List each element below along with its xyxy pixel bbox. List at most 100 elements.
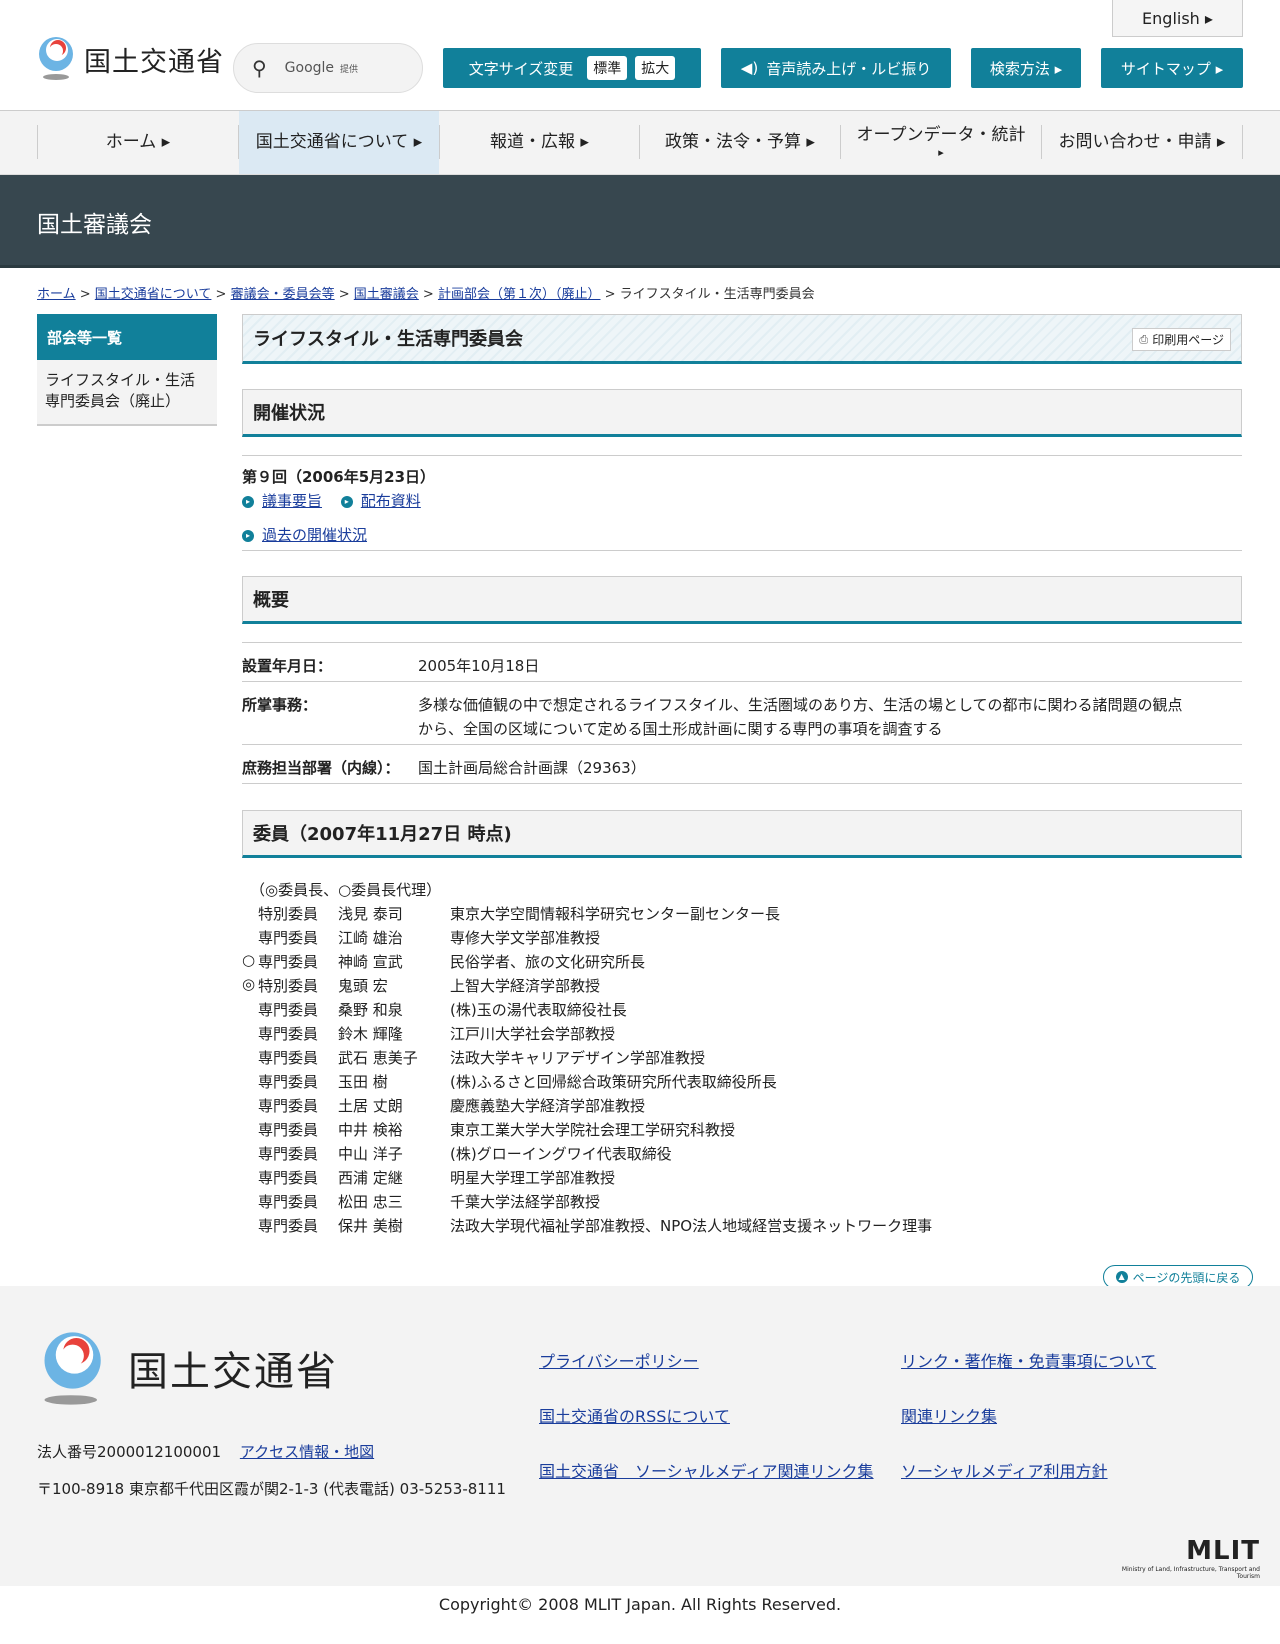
page-title: ライフスタイル・生活専門委員会 bbox=[253, 329, 523, 350]
arrow-icon: ▸ bbox=[242, 529, 254, 542]
member-affiliation: 慶應義塾大学経済学部准教授 bbox=[450, 1097, 646, 1115]
mlit-logo-icon bbox=[44, 1332, 101, 1405]
social-media-policy[interactable]: ソーシャルメディア利用方針 bbox=[901, 1458, 1108, 1482]
nav-home[interactable]: ホーム ▸ bbox=[38, 111, 238, 174]
member-name: 中井 検裕 bbox=[338, 1121, 403, 1139]
member-affiliation: (株)グローイングワイ代表取締役 bbox=[450, 1145, 672, 1163]
site-logo[interactable]: 国土交通省 bbox=[36, 36, 224, 82]
font-large-button[interactable]: 拡大 bbox=[635, 56, 676, 80]
member-name: 鬼頭 宏 bbox=[338, 977, 388, 995]
member-affiliation: (株)ふるさと回帰総合政策研究所代表取締役所長 bbox=[450, 1073, 777, 1091]
materials-link[interactable]: 配布資料 bbox=[361, 492, 421, 510]
print-button[interactable]: ⎙ 印刷用ページ bbox=[1132, 328, 1231, 351]
member-role: 専門委員 bbox=[258, 953, 319, 971]
copyright-link[interactable]: リンク・著作権・免責事項について bbox=[901, 1348, 1156, 1372]
past-meetings-link[interactable]: 過去の開催状況 bbox=[262, 526, 367, 544]
member-role: 特別委員 bbox=[258, 905, 319, 923]
duties-label: 所掌事務： bbox=[242, 696, 318, 714]
member-name: 江崎 雄治 bbox=[338, 929, 403, 947]
member-name: 土居 丈朗 bbox=[338, 1097, 403, 1115]
search-input[interactable]: ⚲ Google 提供 bbox=[233, 43, 423, 93]
rss-link[interactable]: 国土交通省のRSSについて bbox=[539, 1403, 730, 1427]
corp-number: 法人番号2000012100001 bbox=[37, 1443, 222, 1461]
breadcrumb-kokudo[interactable]: 国土審議会 bbox=[354, 287, 419, 302]
member-affiliation: (株)玉の湯代表取締役社長 bbox=[450, 1001, 627, 1019]
member-role: 専門委員 bbox=[258, 1169, 319, 1187]
breadcrumb-about[interactable]: 国土交通省について bbox=[95, 287, 212, 302]
sidebar-heading: 部会等一覧 bbox=[37, 314, 217, 360]
copyright: Copyright© 2008 MLIT Japan. All Rights R… bbox=[438, 1595, 842, 1614]
privacy-link[interactable]: プライバシーポリシー bbox=[539, 1348, 699, 1372]
dept-label: 庶務担当部署（内線）： bbox=[242, 759, 400, 777]
arrow-icon: ▸ bbox=[340, 495, 353, 508]
site-footer: 国土交通省 プライバシーポリシー リンク・著作権・免責事項について 国土交通省の… bbox=[0, 1286, 1280, 1586]
search-placeholder: Google 提供 bbox=[284, 60, 359, 76]
mlit-logo-icon bbox=[39, 37, 73, 80]
page-title-box: ライフスタイル・生活専門委員会 ⎙ 印刷用ページ bbox=[242, 314, 1242, 364]
member-role: 専門委員 bbox=[258, 1025, 319, 1043]
member-role: 専門委員 bbox=[258, 929, 319, 947]
member-role: 専門委員 bbox=[258, 1097, 319, 1115]
footer-logo[interactable]: 国土交通省 bbox=[37, 1328, 338, 1408]
member-role: 専門委員 bbox=[258, 1217, 319, 1235]
related-links[interactable]: 関連リンク集 bbox=[901, 1403, 997, 1427]
duties-line-1: 多様な価値観の中で想定されるライフスタイル、生活圏域のあり方、生活の場としての都… bbox=[418, 696, 1183, 714]
nav-about[interactable]: 国土交通省について ▸ bbox=[239, 111, 439, 174]
minutes-link[interactable]: 議事要旨 bbox=[262, 492, 322, 510]
font-size-label: 文字サイズ変更 bbox=[468, 59, 574, 78]
footer-logo-text: 国土交通省 bbox=[128, 1349, 338, 1395]
divider bbox=[242, 783, 1242, 784]
speech-button[interactable]: ◀) 音声読み上げ・ルビ振り bbox=[721, 48, 951, 88]
banner-title: 国土審議会 bbox=[37, 212, 152, 238]
nav-policy[interactable]: 政策・法令・予算 ▸ bbox=[640, 111, 840, 174]
member-name: 玉田 樹 bbox=[338, 1073, 388, 1091]
members-legend: （◎委員長、○委員長代理） bbox=[250, 881, 442, 899]
established-label: 設置年月日： bbox=[242, 657, 333, 675]
member-affiliation: 法政大学現代福祉学部准教授、NPO法人地域経営支援ネットワーク理事 bbox=[450, 1217, 933, 1235]
duties-line-2: から、全国の区域について定める国土形成計画に関する専門の事項を調査する bbox=[418, 720, 943, 738]
breadcrumb-keikaku[interactable]: 計画部会（第１次）（廃止） bbox=[438, 287, 601, 302]
address: 〒100-8918 東京都千代田区霞が関2-1-3 (代表電話) 03-5253… bbox=[37, 1480, 506, 1498]
member-name: 武石 恵美子 bbox=[338, 1049, 418, 1067]
font-size-control: 文字サイズ変更 標準 拡大 bbox=[443, 48, 701, 88]
member-name: 松田 忠三 bbox=[338, 1193, 403, 1211]
sidebar-item-lifestyle[interactable]: ライフスタイル・生活専門委員会（廃止） bbox=[37, 360, 217, 426]
dept-value: 国土計画局総合計画課（29363） bbox=[418, 759, 646, 777]
established-value: 2005年10月18日 bbox=[418, 657, 540, 675]
past-meetings: ▸ 過去の開催状況 bbox=[242, 524, 367, 545]
member-name: 西浦 定継 bbox=[338, 1169, 403, 1187]
overview-heading: 概要 bbox=[242, 576, 1242, 624]
member-name: 桑野 和泉 bbox=[338, 1001, 403, 1019]
member-affiliation: 法政大学キャリアデザイン学部准教授 bbox=[450, 1049, 706, 1067]
global-nav: ホーム ▸ 国土交通省について ▸ 報道・広報 ▸ 政策・法令・予算 ▸ オープ… bbox=[0, 111, 1280, 175]
access-link[interactable]: アクセス情報・地図 bbox=[240, 1443, 374, 1461]
search-method-button[interactable]: 検索方法 ▸ bbox=[971, 48, 1081, 88]
search-icon: ⚲ bbox=[252, 56, 267, 80]
nav-press[interactable]: 報道・広報 ▸ bbox=[440, 111, 639, 174]
meeting-links: ▸ 議事要旨 ▸ 配布資料 bbox=[242, 490, 421, 511]
divider bbox=[242, 744, 1242, 745]
font-standard-button[interactable]: 標準 bbox=[587, 56, 628, 80]
member-affiliation: 専修大学文学部准教授 bbox=[450, 929, 601, 947]
member-affiliation: 千葉大学法経学部教授 bbox=[450, 1193, 601, 1211]
arrow-icon: ▸ bbox=[242, 495, 254, 508]
breadcrumb-home[interactable]: ホーム bbox=[37, 287, 76, 302]
nav-contact[interactable]: お問い合わせ・申請 ▸ bbox=[1042, 111, 1242, 174]
member-mark: ◎ bbox=[242, 975, 256, 993]
social-media-links[interactable]: 国土交通省 ソーシャルメディア関連リンク集 bbox=[539, 1458, 874, 1482]
member-name: 中山 洋子 bbox=[338, 1145, 403, 1163]
nav-divider bbox=[1242, 125, 1243, 159]
member-affiliation: 東京工業大学大学院社会理工学研究科教授 bbox=[450, 1121, 736, 1139]
sitemap-button[interactable]: サイトマップ ▸ bbox=[1101, 48, 1243, 88]
member-mark: ○ bbox=[242, 951, 256, 969]
breadcrumb-current: ライフスタイル・生活専門委員会 bbox=[619, 287, 815, 302]
page-banner: 国土審議会 bbox=[0, 175, 1280, 268]
up-arrow-icon: ▲ bbox=[1115, 1271, 1128, 1283]
member-role: 専門委員 bbox=[258, 1193, 319, 1211]
nav-opendata[interactable]: オープンデータ・統計 ▸ bbox=[841, 111, 1041, 174]
printer-icon: ⎙ bbox=[1139, 332, 1149, 346]
english-button[interactable]: English ▸ bbox=[1112, 0, 1243, 37]
member-role: 専門委員 bbox=[258, 1145, 319, 1163]
breadcrumb-councils[interactable]: 審議会・委員会等 bbox=[231, 287, 335, 302]
breadcrumb: ホーム > 国土交通省について > 審議会・委員会等 > 国土審議会 > 計画部… bbox=[37, 287, 815, 302]
